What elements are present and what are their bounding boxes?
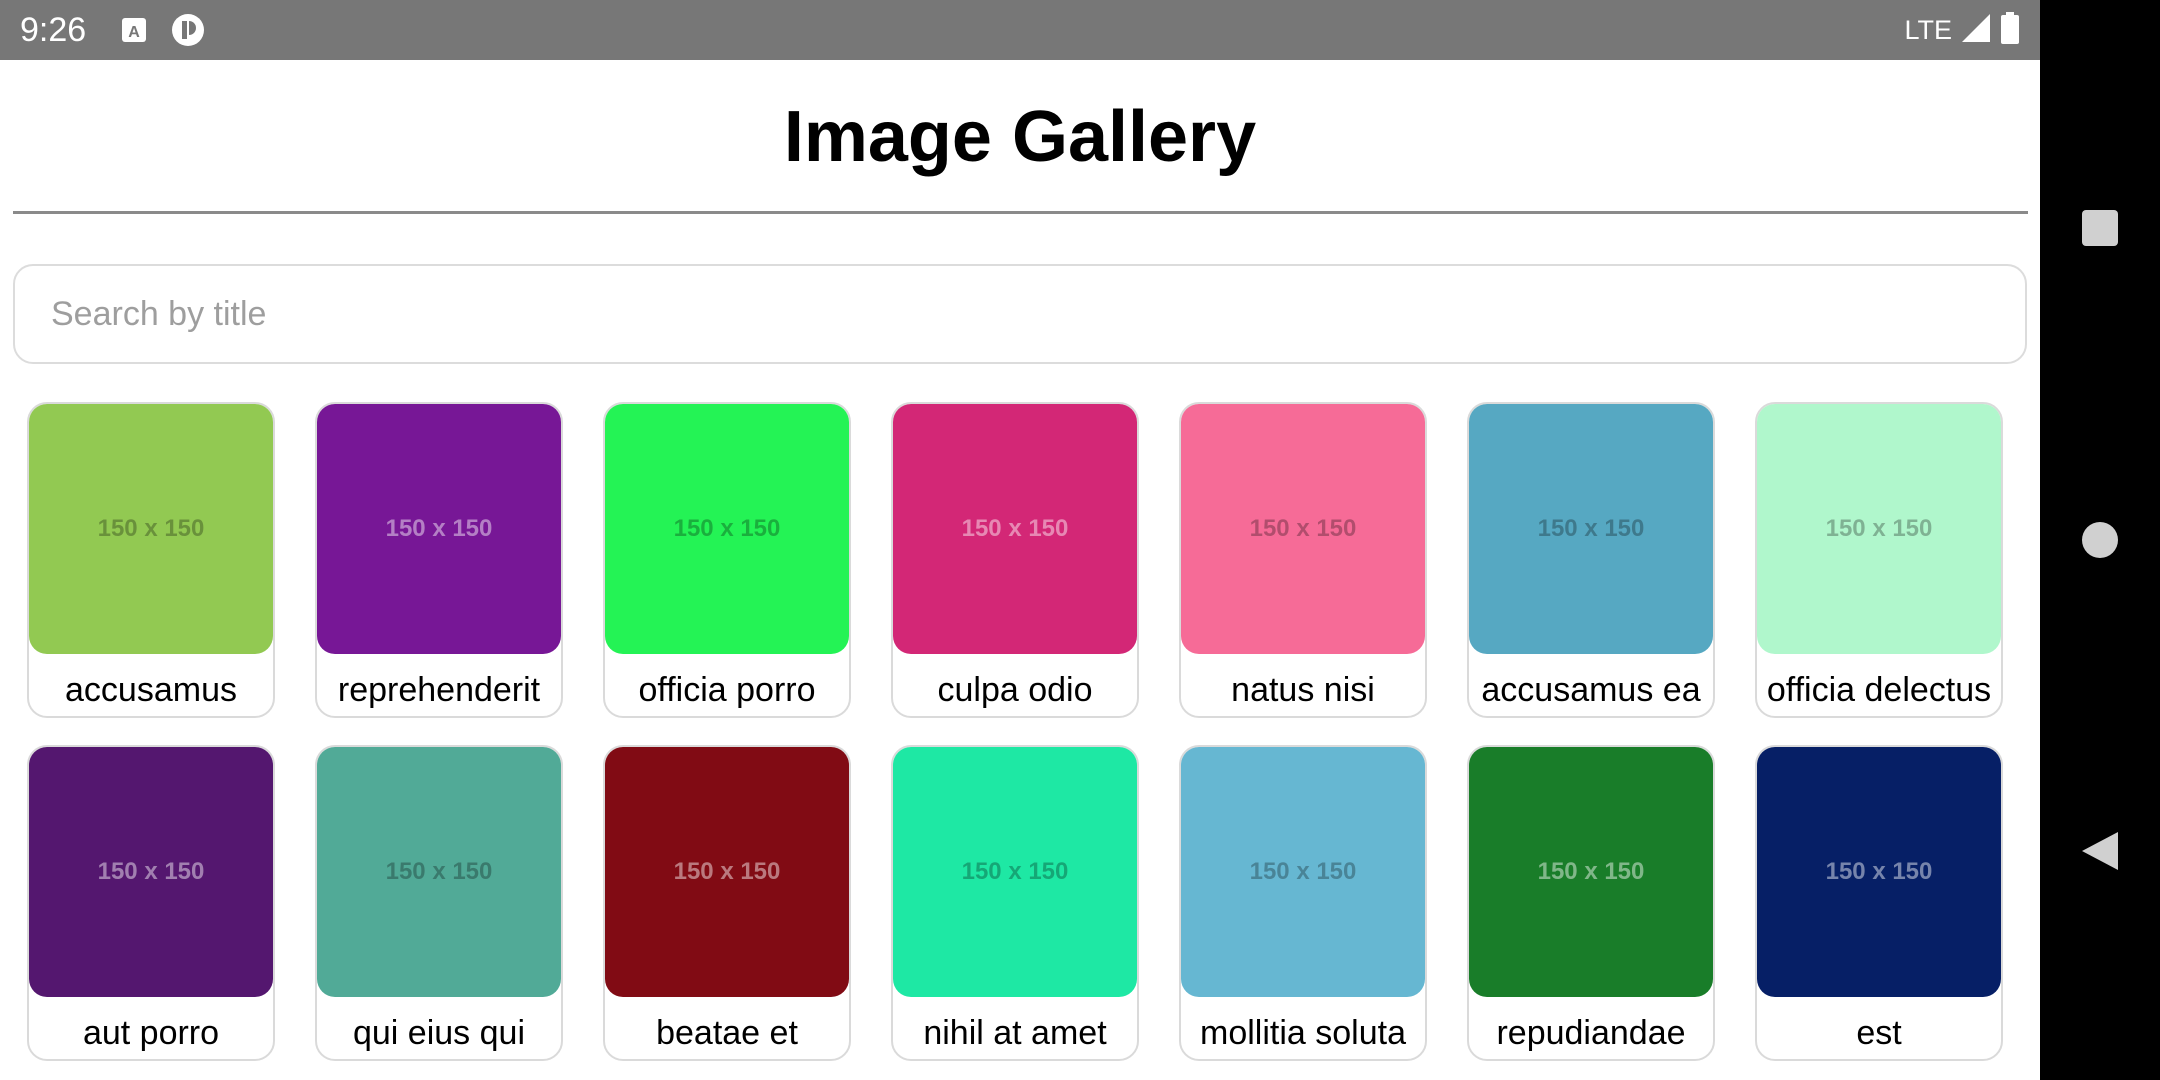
gallery-card-title: culpa odio [937, 671, 1093, 709]
gallery-card-title: nihil at amet [923, 1014, 1107, 1052]
gallery-image[interactable]: 150 x 150 [29, 747, 273, 997]
gallery-image[interactable]: 150 x 150 [1469, 404, 1713, 654]
keyboard-a-icon: A [122, 14, 146, 51]
gallery-card-title: beatae et [656, 1014, 798, 1052]
gallery-card-title: accusamus ea [1481, 671, 1701, 709]
status-time: 9:26 [20, 11, 87, 49]
gallery-card-title: reprehenderit [337, 671, 541, 709]
gallery-card[interactable]: 150 x 150 officia delectus [1755, 402, 2003, 718]
signal-icon [1960, 12, 1992, 49]
gallery-image-placeholder-text: 150 x 150 [673, 515, 781, 542]
gallery-image-placeholder-text: 150 x 150 [961, 515, 1069, 542]
svg-text:A: A [128, 24, 140, 41]
gallery-image[interactable]: 150 x 150 [1757, 404, 2001, 654]
system-nav-bar [2040, 0, 2160, 1080]
network-type-label: LTE [1904, 14, 1952, 45]
gallery-image-placeholder-text: 150 x 150 [385, 515, 493, 542]
gallery-card-title: qui eius qui [352, 1014, 525, 1052]
gallery-card[interactable]: 150 x 150 culpa odio [891, 402, 1139, 718]
gallery-card-title: aut porro [82, 1014, 220, 1052]
gallery-image[interactable]: 150 x 150 [1181, 747, 1425, 997]
gallery-card[interactable]: 150 x 150 qui eius qui [315, 745, 563, 1061]
notification-p-icon [170, 14, 206, 51]
gallery-card-title: officia delectus [1766, 671, 1992, 709]
gallery-image-placeholder-text: 150 x 150 [1537, 515, 1645, 542]
gallery-image[interactable]: 150 x 150 [317, 404, 561, 654]
gallery-image[interactable]: 150 x 150 [29, 404, 273, 654]
gallery-image-placeholder-text: 150 x 150 [1825, 858, 1933, 885]
gallery-image-placeholder-text: 150 x 150 [1249, 515, 1357, 542]
gallery-card[interactable]: 150 x 150 officia porro [603, 402, 851, 718]
gallery-image-placeholder-text: 150 x 150 [385, 858, 493, 885]
gallery-card-title: est [1856, 1014, 1902, 1052]
search-input[interactable] [13, 264, 2027, 364]
header: Image Gallery [0, 60, 2040, 212]
gallery-card-title: accusamus [65, 671, 237, 709]
gallery-image-placeholder-text: 150 x 150 [97, 515, 205, 542]
gallery-image[interactable]: 150 x 150 [605, 404, 849, 654]
gallery-image-placeholder-text: 150 x 150 [1249, 858, 1357, 885]
battery-icon [2000, 11, 2020, 49]
gallery-image[interactable]: 150 x 150 [605, 747, 849, 997]
app-screen: 9:26 A LTE Image Gallery Search by title… [0, 0, 2040, 1080]
gallery-image-placeholder-text: 150 x 150 [97, 858, 205, 885]
gallery-card-title: natus nisi [1231, 671, 1375, 709]
status-bar: 9:26 A LTE [0, 0, 2040, 60]
gallery-image[interactable]: 150 x 150 [1181, 404, 1425, 654]
gallery-image-placeholder-text: 150 x 150 [961, 858, 1069, 885]
gallery-grid: 150 x 150 accusamus 150 x 150 reprehenderit… [27, 402, 2003, 1061]
header-divider [13, 211, 2028, 214]
gallery-image-placeholder-text: 150 x 150 [673, 858, 781, 885]
gallery-card[interactable]: 150 x 150 accusamus ea [1467, 402, 1715, 718]
recents-square-icon[interactable] [2080, 208, 2120, 253]
gallery-card[interactable]: 150 x 150 beatae et [603, 745, 851, 1061]
gallery-image[interactable]: 150 x 150 [1469, 747, 1713, 997]
gallery-card[interactable]: 150 x 150 aut porro [27, 745, 275, 1061]
gallery-card-title: officia porro [638, 671, 816, 709]
gallery-card-title: repudiandae [1496, 1014, 1686, 1052]
gallery-image[interactable]: 150 x 150 [317, 747, 561, 997]
home-circle-icon[interactable] [2080, 520, 2120, 565]
page-title: Image Gallery [783, 97, 1257, 177]
gallery-card[interactable]: 150 x 150 accusamus [27, 402, 275, 718]
gallery-image-placeholder-text: 150 x 150 [1825, 515, 1933, 542]
back-triangle-icon[interactable] [2080, 830, 2120, 877]
gallery-image-placeholder-text: 150 x 150 [1537, 858, 1645, 885]
gallery-card[interactable]: 150 x 150 repudiandae [1467, 745, 1715, 1061]
gallery-image[interactable]: 150 x 150 [893, 404, 1137, 654]
gallery-card[interactable]: 150 x 150 natus nisi [1179, 402, 1427, 718]
gallery-card[interactable]: 150 x 150 nihil at amet [891, 745, 1139, 1061]
gallery-card[interactable]: 150 x 150 mollitia soluta [1179, 745, 1427, 1061]
gallery-card[interactable]: 150 x 150 reprehenderit [315, 402, 563, 718]
gallery-card[interactable]: 150 x 150 est [1755, 745, 2003, 1061]
gallery-card-title: mollitia soluta [1200, 1014, 1406, 1052]
gallery-image[interactable]: 150 x 150 [893, 747, 1137, 997]
status-right-group: LTE [1904, 10, 2020, 50]
gallery-image[interactable]: 150 x 150 [1757, 747, 2001, 997]
